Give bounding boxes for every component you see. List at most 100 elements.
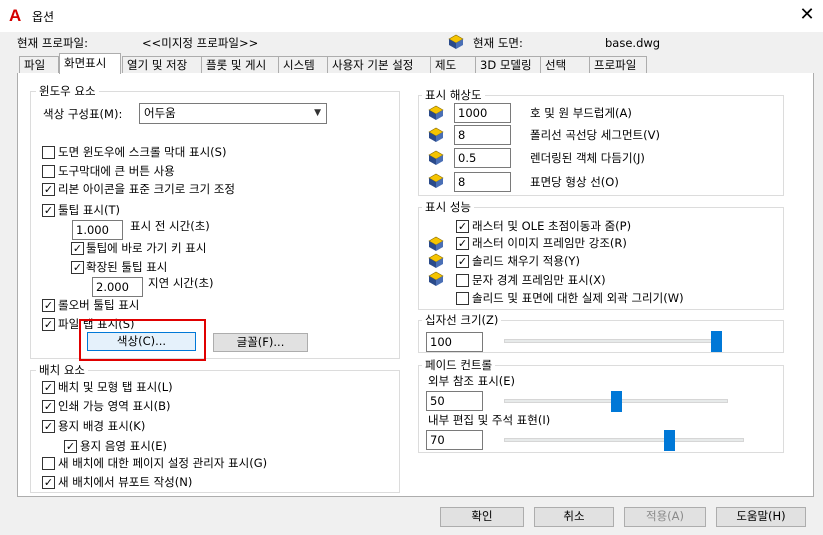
fade-control-title: 페이드 컨트롤 [422,358,496,372]
cancel-button[interactable]: 취소 [534,507,614,527]
title-bar [0,0,823,32]
paper-background-label: 용지 배경 표시(K) [58,419,146,433]
file-tabs-checkbox[interactable]: ✓ [42,318,55,331]
inplace-fade-slider-track[interactable] [504,438,744,442]
tooltip-delay-input[interactable]: 1.000 [72,220,123,240]
extended-tooltips-checkbox[interactable]: ✓ [71,261,84,274]
inplace-fade-input[interactable]: 70 [426,430,483,450]
resize-ribbon-label: 리본 아이콘을 표준 크기로 크기 조정 [58,182,235,196]
silhouette-edges-label: 솔리드 및 표면에 대한 실제 외곽 그리기(W) [472,291,684,305]
arc-smoothness-input[interactable]: 1000 [454,103,511,123]
inplace-fade-label: 내부 편집 및 주석 표현(I) [428,413,551,427]
raster-pan-zoom-checkbox[interactable]: ✓ [456,220,469,233]
silhouette-edges-checkbox[interactable] [456,292,469,305]
xref-fade-slider-thumb[interactable] [610,391,622,412]
drawing-setting-icon [428,236,444,251]
apply-button[interactable]: 적용(A) [624,507,706,527]
chevron-down-icon: ▼ [314,108,321,118]
crosshair-slider-thumb[interactable] [711,331,722,352]
raster-frame-checkbox[interactable]: ✓ [456,237,469,250]
rollover-label: 롤오버 툴팁 표시 [58,298,140,312]
crosshair-size-input[interactable]: 100 [426,332,483,352]
highlight-box [79,319,206,361]
contour-lines-input[interactable]: 8 [454,172,511,192]
tooltip-delay-label: 표시 전 시간(초) [130,219,210,233]
tab-user-preferences[interactable]: 사용자 기본 설정 [327,56,431,74]
printable-area-checkbox[interactable]: ✓ [42,400,55,413]
drawing-file-icon [448,34,464,49]
color-scheme-value: 어두움 [144,106,176,120]
polyline-segments-label: 폴리선 곡선당 세그먼트(V) [530,128,660,142]
raster-frame-label: 래스터 이미지 프레임만 강조(R) [472,236,627,250]
xref-fade-label: 외부 참조 표시(E) [428,374,516,388]
window-elements-title: 윈도우 요소 [36,84,99,98]
rendered-smoothness-input[interactable]: 0.5 [454,148,511,168]
autocad-logo-icon: A [9,6,22,25]
tab-selection[interactable]: 선택 [540,56,590,74]
drawing-setting-icon [428,271,444,286]
paper-background-checkbox[interactable]: ✓ [42,420,55,433]
resize-ribbon-checkbox[interactable]: ✓ [42,183,55,196]
drawing-setting-icon [428,127,444,142]
extended-delay-input[interactable]: 2.000 [92,277,143,297]
tooltips-label: 툴팁 표시(T) [58,203,120,217]
fonts-button[interactable]: 글꼴(F)... [213,333,308,352]
drawing-setting-icon [428,173,444,188]
scrollbars-label: 도면 윈도우에 스크롤 막대 표시(S) [58,145,227,159]
inplace-fade-slider-thumb[interactable] [664,430,676,451]
layout-tabs-label: 배치 및 모형 탭 표시(L) [58,380,173,394]
viewport-checkbox[interactable]: ✓ [42,476,55,489]
text-frame-checkbox[interactable] [456,274,469,287]
rendered-smoothness-label: 렌더링된 객체 다듬기(J) [530,151,645,165]
tab-open-save[interactable]: 열기 및 저장 [122,56,202,74]
tab-display[interactable]: 화면표시 [59,53,121,74]
layout-tabs-checkbox[interactable]: ✓ [42,381,55,394]
crosshair-title: 십자선 크기(Z) [422,313,502,327]
extended-delay-label: 지연 시간(초) [148,276,214,290]
current-drawing-label: 현재 도면: [473,36,523,50]
window-title: 옵션 [32,10,55,24]
big-buttons-label: 도구막대에 큰 버튼 사용 [58,164,175,178]
xref-fade-input[interactable]: 50 [426,391,483,411]
solid-fill-checkbox[interactable]: ✓ [456,255,469,268]
color-scheme-select[interactable]: 어두움 ▼ [139,103,327,124]
shortcut-keys-label: 툴팁에 바로 가기 키 표시 [86,241,207,255]
help-button[interactable]: 도움말(H) [716,507,806,527]
tab-profiles[interactable]: 프로파일 [589,56,647,74]
raster-pan-zoom-label: 래스터 및 OLE 초점이동과 줌(P) [472,219,632,233]
current-drawing-value: base.dwg [605,36,661,50]
layout-elements-title: 배치 요소 [36,363,88,377]
page-setup-label: 새 배치에 대한 페이지 설정 관리자 표시(G) [58,456,268,470]
close-icon[interactable]: ✕ [795,3,819,27]
big-buttons-checkbox[interactable] [42,165,55,178]
performance-title: 표시 성능 [422,200,474,214]
tab-drafting[interactable]: 제도 [430,56,476,74]
contour-lines-label: 표면당 형상 선(O) [530,175,619,189]
ok-button[interactable]: 확인 [440,507,524,527]
tab-3d-modeling[interactable]: 3D 모델링 [475,56,541,74]
current-profile-value: <<미지정 프로파일>> [142,36,259,50]
color-scheme-label: 색상 구성표(M): [43,107,123,121]
tab-files[interactable]: 파일 [19,56,59,74]
tab-system[interactable]: 시스템 [278,56,328,74]
arc-smoothness-label: 호 및 원 부드럽게(A) [530,106,632,120]
page-setup-checkbox[interactable] [42,457,55,470]
scrollbars-checkbox[interactable] [42,146,55,159]
printable-area-label: 인쇄 가능 영역 표시(B) [58,399,171,413]
drawing-setting-icon [428,150,444,165]
drawing-setting-icon [428,105,444,120]
tooltips-checkbox[interactable]: ✓ [42,204,55,217]
viewport-label: 새 배치에서 뷰포트 작성(N) [58,475,193,489]
text-frame-label: 문자 경계 프레임만 표시(X) [472,273,606,287]
paper-shadow-checkbox[interactable]: ✓ [64,440,77,453]
current-profile-label: 현재 프로파일: [17,36,89,50]
rollover-checkbox[interactable]: ✓ [42,299,55,312]
extended-tooltips-label: 확장된 툴팁 표시 [86,260,168,274]
drawing-setting-icon [428,253,444,268]
crosshair-slider-track[interactable] [504,339,722,343]
tab-plot-publish[interactable]: 플롯 및 게시 [201,56,279,74]
paper-shadow-label: 용지 음영 표시(E) [80,439,168,453]
shortcut-keys-checkbox[interactable]: ✓ [71,242,84,255]
resolution-title: 표시 해상도 [422,88,485,102]
polyline-segments-input[interactable]: 8 [454,125,511,145]
